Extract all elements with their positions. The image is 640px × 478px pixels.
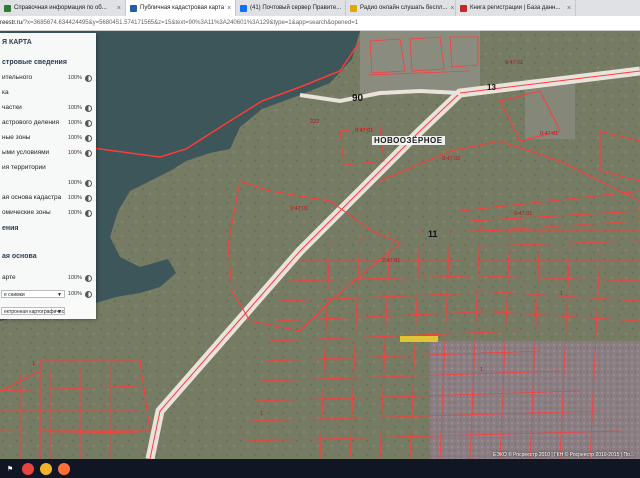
parcel-label: 1 bbox=[560, 291, 564, 297]
layer-label: ыми условиями bbox=[2, 149, 50, 156]
basemap-opacity[interactable]: 100% bbox=[0, 289, 96, 299]
tab-label: Справочная информация по об... bbox=[14, 5, 107, 11]
selected-parcel[interactable] bbox=[400, 336, 438, 342]
parcel-label: 0:47:01 bbox=[290, 206, 309, 212]
chevron-down-icon: ▼ bbox=[57, 309, 62, 315]
opacity-knob-icon[interactable] bbox=[85, 210, 92, 217]
browser-tab[interactable]: Книга регистрации | База данн... × bbox=[456, 0, 576, 16]
favicon-icon bbox=[240, 4, 247, 12]
opacity-knob-icon[interactable] bbox=[85, 291, 92, 298]
parcel-label: 222 bbox=[310, 119, 320, 125]
basemap-opacity-value: 100% bbox=[67, 291, 82, 297]
parcel-label: 1 bbox=[32, 361, 36, 367]
layer-label: ные зоны bbox=[2, 134, 31, 141]
layer-row[interactable]: ая основа кадастра 100% bbox=[0, 193, 96, 203]
layer-row[interactable]: ительного 100% bbox=[0, 73, 96, 83]
layer-row[interactable]: частки 100% bbox=[0, 103, 96, 113]
cadastral-map[interactable]: НОВООЗЁРНОЕ 90 13 11 0:47:01 0:47:02 0:4… bbox=[0, 31, 640, 459]
favicon-icon bbox=[130, 4, 137, 12]
layer-opacity-value: 100% bbox=[67, 135, 82, 141]
road-number-90: 90 bbox=[352, 93, 364, 104]
chrome-icon[interactable] bbox=[22, 462, 34, 475]
folder-icon[interactable] bbox=[40, 462, 52, 475]
tab-label: Книга регистрации | База данн... bbox=[470, 5, 561, 11]
layer-row[interactable]: арте 100% bbox=[0, 273, 96, 283]
opacity-knob-icon[interactable] bbox=[85, 105, 92, 112]
close-icon[interactable]: × bbox=[227, 5, 231, 12]
layer-row[interactable]: ыми условиями 100% bbox=[0, 148, 96, 158]
layer-opacity-value: 100% bbox=[67, 75, 82, 81]
section-tail: ения bbox=[2, 225, 19, 232]
layer-row[interactable]: ные зоны 100% bbox=[0, 133, 96, 143]
close-icon[interactable]: × bbox=[117, 5, 121, 12]
parcel-label: 0:47:01 bbox=[505, 60, 524, 66]
layer-opacity-value: 100% bbox=[67, 105, 82, 111]
cartography-select-value: ектронная картографичес bbox=[4, 309, 65, 315]
layer-opacity-value: 100% bbox=[67, 275, 82, 281]
browser-tab-bar: Справочная информация по об... × Публичная… bbox=[0, 0, 640, 16]
layer-opacity-value: 100% bbox=[67, 150, 82, 156]
opacity-knob-icon[interactable] bbox=[85, 195, 92, 202]
layers-panel: Я КАРТА стровые сведения ительного 100% ка… bbox=[0, 33, 96, 319]
layer-label: арте bbox=[2, 274, 16, 281]
address-bar[interactable]: reestr.ru/?x=3685674.634424495&y=5680451… bbox=[0, 16, 640, 31]
url-host: reestr.ru bbox=[0, 20, 23, 26]
parcel-label: 0:47:01 bbox=[355, 128, 374, 134]
favicon-icon bbox=[350, 4, 357, 12]
road-number-13: 13 bbox=[487, 83, 496, 92]
browser-tab[interactable]: (41) Почтовый сервер Правите...× bbox=[236, 0, 346, 16]
section-cadastral-info: стровые сведения bbox=[2, 59, 67, 66]
map-copyright: ЕЭКО © Росреестр 2010 | ГКН © Росреестр … bbox=[493, 452, 634, 458]
opacity-knob-icon[interactable] bbox=[85, 150, 92, 157]
section-base: ая основа bbox=[2, 253, 37, 260]
opacity-knob-icon[interactable] bbox=[85, 180, 92, 187]
parcel-label: 2:47:01 bbox=[382, 258, 401, 264]
layer-label: омические зоны bbox=[2, 209, 51, 216]
layer-opacity-value: 100% bbox=[67, 120, 82, 126]
parcel-label: 1 bbox=[260, 411, 264, 417]
layer-opacity-value: 100% bbox=[67, 210, 82, 216]
favicon-icon bbox=[460, 4, 467, 12]
village-label: НОВООЗЁРНОЕ bbox=[372, 136, 445, 145]
parcel-label: 0:47:01 bbox=[540, 131, 559, 137]
map-canvas[interactable] bbox=[0, 31, 640, 459]
firefox-icon[interactable] bbox=[58, 462, 70, 475]
close-icon[interactable]: × bbox=[567, 5, 571, 12]
layer-label: ительного bbox=[2, 74, 33, 81]
browser-tab[interactable]: Радио онлайн слушать беспл... × bbox=[346, 0, 456, 16]
tab-label: Радио онлайн слушать беспл... bbox=[360, 5, 448, 11]
opacity-knob-icon[interactable] bbox=[85, 75, 92, 82]
layer-row[interactable]: ия территории bbox=[0, 163, 96, 173]
layer-row[interactable]: омические зоны 100% bbox=[0, 208, 96, 218]
layer-row[interactable]: ка bbox=[0, 88, 96, 98]
layer-row[interactable]: астрового деления 100% bbox=[0, 118, 96, 128]
cartography-select[interactable]: ектронная картографичес ▼ bbox=[1, 307, 65, 315]
tab-label: Публичная кадастровая карта bbox=[140, 5, 225, 11]
browser-tab[interactable]: Публичная кадастровая карта × bbox=[126, 0, 236, 16]
tab-label: (41) Почтовый сервер Правите... bbox=[250, 5, 342, 11]
layer-label: ка bbox=[2, 89, 9, 96]
parcel-label: 0:47:02 bbox=[442, 156, 461, 162]
crop-field bbox=[430, 341, 640, 459]
layer-opacity-value: 100% bbox=[67, 180, 82, 186]
opacity-knob-icon[interactable] bbox=[85, 120, 92, 127]
block-number-11: 11 bbox=[428, 229, 438, 239]
layer-label: частки bbox=[2, 104, 22, 111]
browser-tab[interactable]: Справочная информация по об... × bbox=[0, 0, 126, 16]
parcel-label: 1 bbox=[480, 367, 484, 373]
layer-opacity-value: 100% bbox=[67, 195, 82, 201]
layer-label: ая основа кадастра bbox=[2, 194, 62, 201]
layer-row[interactable]: 100% bbox=[0, 178, 96, 188]
os-taskbar: ⚑ bbox=[0, 459, 640, 478]
opacity-knob-icon[interactable] bbox=[85, 135, 92, 142]
layer-label: астрового деления bbox=[2, 119, 60, 126]
layer-label: ия территории bbox=[2, 164, 46, 171]
favicon-icon bbox=[4, 4, 11, 12]
close-icon[interactable]: × bbox=[450, 5, 454, 12]
url-path: /?x=3685674.634424495&y=5680451.57417156… bbox=[22, 20, 359, 26]
flag-icon[interactable]: ⚑ bbox=[4, 463, 16, 475]
opacity-knob-icon[interactable] bbox=[85, 275, 92, 282]
parcel-label: 0:47:01 bbox=[514, 211, 533, 217]
panel-title: Я КАРТА bbox=[2, 39, 32, 46]
